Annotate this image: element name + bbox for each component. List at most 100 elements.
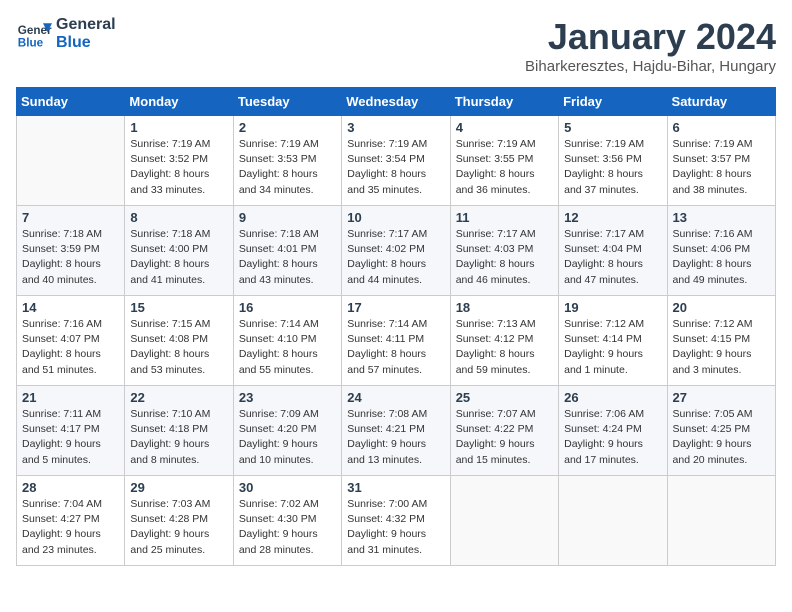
day-info: Sunrise: 7:11 AMSunset: 4:17 PMDaylight:…	[22, 407, 119, 468]
day-number: 3	[347, 120, 444, 135]
calendar-table: SundayMondayTuesdayWednesdayThursdayFrid…	[16, 87, 776, 566]
week-row-1: 7 Sunrise: 7:18 AMSunset: 3:59 PMDaylight…	[17, 206, 776, 296]
day-info: Sunrise: 7:00 AMSunset: 4:32 PMDaylight:…	[347, 497, 444, 558]
day-cell: 19 Sunrise: 7:12 AMSunset: 4:14 PMDayligh…	[559, 296, 667, 386]
day-cell	[559, 476, 667, 566]
day-cell: 3 Sunrise: 7:19 AMSunset: 3:54 PMDaylight…	[342, 116, 450, 206]
day-cell: 22 Sunrise: 7:10 AMSunset: 4:18 PMDayligh…	[125, 386, 233, 476]
week-row-0: 1 Sunrise: 7:19 AMSunset: 3:52 PMDaylight…	[17, 116, 776, 206]
day-info: Sunrise: 7:09 AMSunset: 4:20 PMDaylight:…	[239, 407, 336, 468]
day-info: Sunrise: 7:15 AMSunset: 4:08 PMDaylight:…	[130, 317, 227, 378]
day-info: Sunrise: 7:18 AMSunset: 4:01 PMDaylight:…	[239, 227, 336, 288]
day-number: 16	[239, 300, 336, 315]
logo-icon: General Blue	[16, 16, 52, 52]
day-number: 30	[239, 480, 336, 495]
day-cell: 9 Sunrise: 7:18 AMSunset: 4:01 PMDaylight…	[233, 206, 341, 296]
day-info: Sunrise: 7:05 AMSunset: 4:25 PMDaylight:…	[673, 407, 770, 468]
day-info: Sunrise: 7:19 AMSunset: 3:53 PMDaylight:…	[239, 137, 336, 198]
header-tuesday: Tuesday	[233, 88, 341, 116]
day-cell	[17, 116, 125, 206]
day-cell: 30 Sunrise: 7:02 AMSunset: 4:30 PMDayligh…	[233, 476, 341, 566]
day-number: 15	[130, 300, 227, 315]
week-row-4: 28 Sunrise: 7:04 AMSunset: 4:27 PMDayligh…	[17, 476, 776, 566]
day-cell: 23 Sunrise: 7:09 AMSunset: 4:20 PMDayligh…	[233, 386, 341, 476]
logo: General Blue General Blue	[16, 16, 116, 52]
header-saturday: Saturday	[667, 88, 775, 116]
day-info: Sunrise: 7:19 AMSunset: 3:56 PMDaylight:…	[564, 137, 661, 198]
day-number: 6	[673, 120, 770, 135]
day-number: 2	[239, 120, 336, 135]
day-cell: 8 Sunrise: 7:18 AMSunset: 4:00 PMDaylight…	[125, 206, 233, 296]
day-cell: 27 Sunrise: 7:05 AMSunset: 4:25 PMDayligh…	[667, 386, 775, 476]
week-row-3: 21 Sunrise: 7:11 AMSunset: 4:17 PMDayligh…	[17, 386, 776, 476]
header-wednesday: Wednesday	[342, 88, 450, 116]
day-info: Sunrise: 7:16 AMSunset: 4:06 PMDaylight:…	[673, 227, 770, 288]
day-number: 19	[564, 300, 661, 315]
day-info: Sunrise: 7:19 AMSunset: 3:52 PMDaylight:…	[130, 137, 227, 198]
day-cell: 29Sunrise: 7:03 AMSunset: 4:28 PMDayligh…	[125, 476, 233, 566]
day-info: Sunrise: 7:04 AMSunset: 4:27 PMDaylight:…	[22, 497, 119, 558]
day-info: Sunrise: 7:17 AMSunset: 4:02 PMDaylight:…	[347, 227, 444, 288]
week-row-2: 14Sunrise: 7:16 AMSunset: 4:07 PMDayligh…	[17, 296, 776, 386]
day-number: 4	[456, 120, 553, 135]
day-number: 22	[130, 390, 227, 405]
day-cell: 1 Sunrise: 7:19 AMSunset: 3:52 PMDaylight…	[125, 116, 233, 206]
day-cell: 15 Sunrise: 7:15 AMSunset: 4:08 PMDayligh…	[125, 296, 233, 386]
day-cell: 31Sunrise: 7:00 AMSunset: 4:32 PMDayligh…	[342, 476, 450, 566]
day-number: 1	[130, 120, 227, 135]
day-info: Sunrise: 7:08 AMSunset: 4:21 PMDaylight:…	[347, 407, 444, 468]
day-cell: 28 Sunrise: 7:04 AMSunset: 4:27 PMDayligh…	[17, 476, 125, 566]
day-cell: 13 Sunrise: 7:16 AMSunset: 4:06 PMDayligh…	[667, 206, 775, 296]
day-number: 24	[347, 390, 444, 405]
day-number: 17	[347, 300, 444, 315]
month-title: January 2024	[525, 16, 776, 58]
day-number: 28	[22, 480, 119, 495]
day-number: 18	[456, 300, 553, 315]
day-cell: 6 Sunrise: 7:19 AMSunset: 3:57 PMDaylight…	[667, 116, 775, 206]
logo-line1: General	[56, 16, 116, 34]
day-cell: 18 Sunrise: 7:13 AMSunset: 4:12 PMDayligh…	[450, 296, 558, 386]
day-info: Sunrise: 7:14 AMSunset: 4:10 PMDaylight:…	[239, 317, 336, 378]
day-info: Sunrise: 7:10 AMSunset: 4:18 PMDaylight:…	[130, 407, 227, 468]
day-info: Sunrise: 7:18 AMSunset: 3:59 PMDaylight:…	[22, 227, 119, 288]
day-number: 9	[239, 210, 336, 225]
day-info: Sunrise: 7:14 AMSunset: 4:11 PMDaylight:…	[347, 317, 444, 378]
day-number: 23	[239, 390, 336, 405]
header-sunday: Sunday	[17, 88, 125, 116]
day-cell: 24 Sunrise: 7:08 AMSunset: 4:21 PMDayligh…	[342, 386, 450, 476]
day-cell: 17 Sunrise: 7:14 AMSunset: 4:11 PMDayligh…	[342, 296, 450, 386]
day-cell: 5 Sunrise: 7:19 AMSunset: 3:56 PMDaylight…	[559, 116, 667, 206]
day-cell: 20Sunrise: 7:12 AMSunset: 4:15 PMDayligh…	[667, 296, 775, 386]
svg-text:Blue: Blue	[18, 37, 44, 50]
day-number: 10	[347, 210, 444, 225]
day-cell: 14Sunrise: 7:16 AMSunset: 4:07 PMDayligh…	[17, 296, 125, 386]
day-cell: 26Sunrise: 7:06 AMSunset: 4:24 PMDayligh…	[559, 386, 667, 476]
day-info: Sunrise: 7:13 AMSunset: 4:12 PMDaylight:…	[456, 317, 553, 378]
day-number: 21	[22, 390, 119, 405]
day-info: Sunrise: 7:16 AMSunset: 4:07 PMDaylight:…	[22, 317, 119, 378]
day-number: 5	[564, 120, 661, 135]
day-info: Sunrise: 7:19 AMSunset: 3:54 PMDaylight:…	[347, 137, 444, 198]
day-info: Sunrise: 7:07 AMSunset: 4:22 PMDaylight:…	[456, 407, 553, 468]
header-thursday: Thursday	[450, 88, 558, 116]
day-number: 11	[456, 210, 553, 225]
day-info: Sunrise: 7:18 AMSunset: 4:00 PMDaylight:…	[130, 227, 227, 288]
day-number: 29	[130, 480, 227, 495]
day-info: Sunrise: 7:17 AMSunset: 4:04 PMDaylight:…	[564, 227, 661, 288]
day-number: 7	[22, 210, 119, 225]
day-number: 8	[130, 210, 227, 225]
calendar-body: 1 Sunrise: 7:19 AMSunset: 3:52 PMDaylight…	[17, 116, 776, 566]
day-info: Sunrise: 7:02 AMSunset: 4:30 PMDaylight:…	[239, 497, 336, 558]
day-number: 13	[673, 210, 770, 225]
day-number: 25	[456, 390, 553, 405]
day-info: Sunrise: 7:12 AMSunset: 4:14 PMDaylight:…	[564, 317, 661, 378]
title-section: January 2024 Biharkeresztes, Hajdu-Bihar…	[525, 16, 776, 75]
day-info: Sunrise: 7:12 AMSunset: 4:15 PMDaylight:…	[673, 317, 770, 378]
day-info: Sunrise: 7:19 AMSunset: 3:57 PMDaylight:…	[673, 137, 770, 198]
day-cell: 7 Sunrise: 7:18 AMSunset: 3:59 PMDaylight…	[17, 206, 125, 296]
day-number: 27	[673, 390, 770, 405]
day-cell	[667, 476, 775, 566]
day-info: Sunrise: 7:17 AMSunset: 4:03 PMDaylight:…	[456, 227, 553, 288]
day-cell: 10 Sunrise: 7:17 AMSunset: 4:02 PMDayligh…	[342, 206, 450, 296]
calendar-header-row: SundayMondayTuesdayWednesdayThursdayFrid…	[17, 88, 776, 116]
